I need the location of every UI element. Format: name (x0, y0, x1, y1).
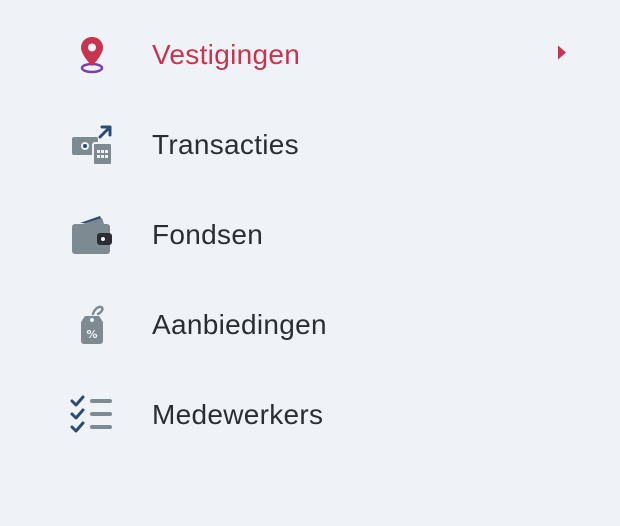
svg-text:%: % (86, 328, 97, 341)
menu-item-label: Vestigingen (152, 39, 301, 70)
menu-item-label: Medewerkers (152, 399, 324, 430)
side-menu: Vestigingen Transacties Fondsen % Aanbie… (0, 0, 620, 526)
menu-item-fondsen[interactable]: Fondsen (0, 190, 620, 280)
transactions-icon (70, 123, 114, 167)
menu-item-medewerkers[interactable]: Medewerkers (0, 370, 620, 460)
location-pin-icon (70, 33, 114, 77)
menu-item-vestigingen[interactable]: Vestigingen (0, 10, 620, 100)
menu-item-transacties[interactable]: Transacties (0, 100, 620, 190)
checklist-icon (70, 393, 114, 437)
chevron-right-icon (556, 44, 568, 67)
menu-item-label: Aanbiedingen (152, 309, 327, 340)
menu-item-label: Fondsen (152, 219, 264, 250)
discount-tag-icon: % (70, 303, 114, 347)
wallet-icon (70, 213, 114, 257)
menu-item-label: Transacties (152, 129, 299, 160)
menu-item-aanbiedingen[interactable]: % Aanbiedingen (0, 280, 620, 370)
